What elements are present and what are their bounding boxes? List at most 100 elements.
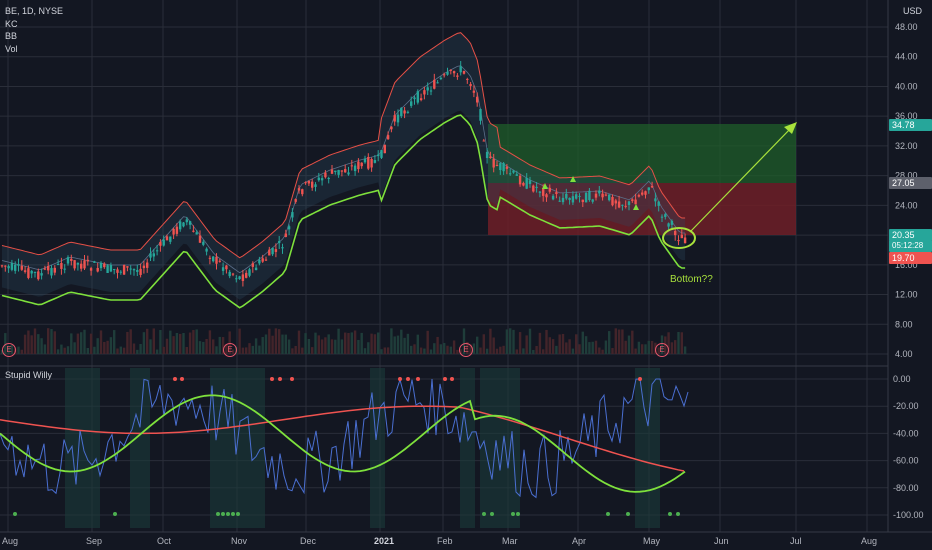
candle-body: [294, 199, 297, 202]
candle-body: [436, 82, 439, 84]
volume-bar: [251, 345, 254, 354]
candle-body: [466, 78, 469, 80]
candle-body: [14, 264, 17, 271]
candle-body: [489, 156, 492, 158]
volume-bar: [149, 339, 152, 354]
candle-body: [53, 267, 56, 273]
candle-body: [680, 234, 683, 239]
candle-body: [208, 257, 212, 259]
indicator-vol[interactable]: Vol: [5, 44, 18, 55]
candle-body: [99, 262, 103, 269]
candle-body: [396, 114, 400, 123]
candle-body: [571, 196, 575, 203]
candle-body: [601, 193, 604, 198]
volume-bar: [172, 336, 175, 354]
volume-bar: [73, 342, 76, 354]
candle-body: [452, 71, 456, 74]
candle-body: [136, 269, 139, 272]
earnings-marker[interactable]: E: [459, 343, 473, 357]
chart-canvas[interactable]: 48.0044.0040.0036.0032.0028.0024.0020.00…: [0, 0, 932, 550]
candle-body: [109, 265, 113, 272]
candle-body: [677, 240, 680, 242]
candle-body: [449, 69, 452, 71]
volume-bar: [254, 338, 258, 354]
oversold-dot: [516, 512, 520, 516]
overbought-dot: [173, 377, 177, 381]
volume-bar: [261, 337, 264, 354]
candle-body: [43, 268, 47, 270]
candle-body: [149, 253, 152, 258]
volume-bar: [314, 332, 317, 354]
candle-body: [347, 172, 350, 175]
oversold-dot: [226, 512, 230, 516]
candle-body: [426, 87, 429, 91]
volume-bar: [446, 345, 449, 354]
oscillator-title[interactable]: Stupid Willy: [5, 370, 52, 381]
oscillator-zone: [65, 368, 100, 528]
volume-bar: [400, 329, 403, 354]
volume-bar: [637, 341, 641, 354]
candle-body: [598, 190, 601, 194]
date-tick: Mar: [502, 536, 518, 546]
volume-bar: [588, 342, 591, 354]
earnings-marker[interactable]: E: [655, 343, 669, 357]
candle-body: [27, 268, 30, 278]
volume-bar: [532, 349, 535, 354]
oscillator-tick: 0.00: [893, 374, 911, 384]
volume-bar: [70, 333, 73, 354]
volume-bar: [377, 332, 380, 354]
candle-body: [221, 267, 225, 271]
volume-bar: [499, 346, 502, 354]
oversold-dot: [221, 512, 225, 516]
symbol-label[interactable]: BE, 1D, NYSE: [5, 6, 63, 17]
candle-body: [132, 269, 136, 271]
volume-bar: [162, 346, 165, 354]
volume-bar: [538, 332, 542, 354]
candle-body: [241, 274, 245, 281]
candle-body: [119, 271, 122, 273]
candle-body: [485, 151, 489, 159]
earnings-marker[interactable]: E: [223, 343, 237, 357]
candle-body: [142, 265, 146, 269]
candle-body: [591, 199, 594, 202]
volume-bar: [452, 340, 456, 354]
volume-bar: [327, 334, 330, 354]
volume-bar: [238, 328, 241, 354]
volume-bar: [611, 348, 614, 354]
candle-body: [558, 200, 561, 202]
candle-body: [568, 197, 571, 200]
earnings-marker[interactable]: E: [2, 343, 16, 357]
volume-bar: [215, 346, 218, 354]
volume-bar: [76, 333, 80, 354]
candle-body: [617, 201, 621, 208]
candle-body: [103, 263, 106, 268]
indicator-bb[interactable]: BB: [5, 31, 17, 42]
volume-bar: [320, 339, 324, 354]
volume-bar: [60, 344, 63, 354]
volume-bar: [429, 349, 433, 354]
candle-body: [47, 266, 50, 271]
volume-bar: [129, 329, 132, 354]
indicator-kc[interactable]: KC: [5, 19, 18, 30]
volume-bar: [294, 345, 297, 354]
volume-bar: [37, 334, 40, 354]
volume-bar: [208, 330, 212, 354]
candle-body: [146, 262, 149, 268]
volume-bar: [502, 345, 505, 354]
currency-label[interactable]: USD: [903, 6, 922, 16]
candle-body: [278, 241, 281, 244]
candle-body: [152, 253, 155, 257]
overbought-dot: [278, 377, 282, 381]
volume-bar: [525, 335, 528, 354]
oversold-dot: [606, 512, 610, 516]
volume-bar: [347, 333, 350, 354]
volume-bar: [311, 347, 314, 354]
volume-bar: [47, 328, 50, 354]
candle-body: [604, 194, 608, 196]
candle-body: [330, 169, 334, 174]
volume-bar: [99, 330, 103, 354]
candle-body: [324, 172, 327, 178]
overbought-dot: [270, 377, 274, 381]
bottom-annotation[interactable]: Bottom??: [670, 274, 713, 285]
date-tick: Aug: [2, 536, 18, 546]
